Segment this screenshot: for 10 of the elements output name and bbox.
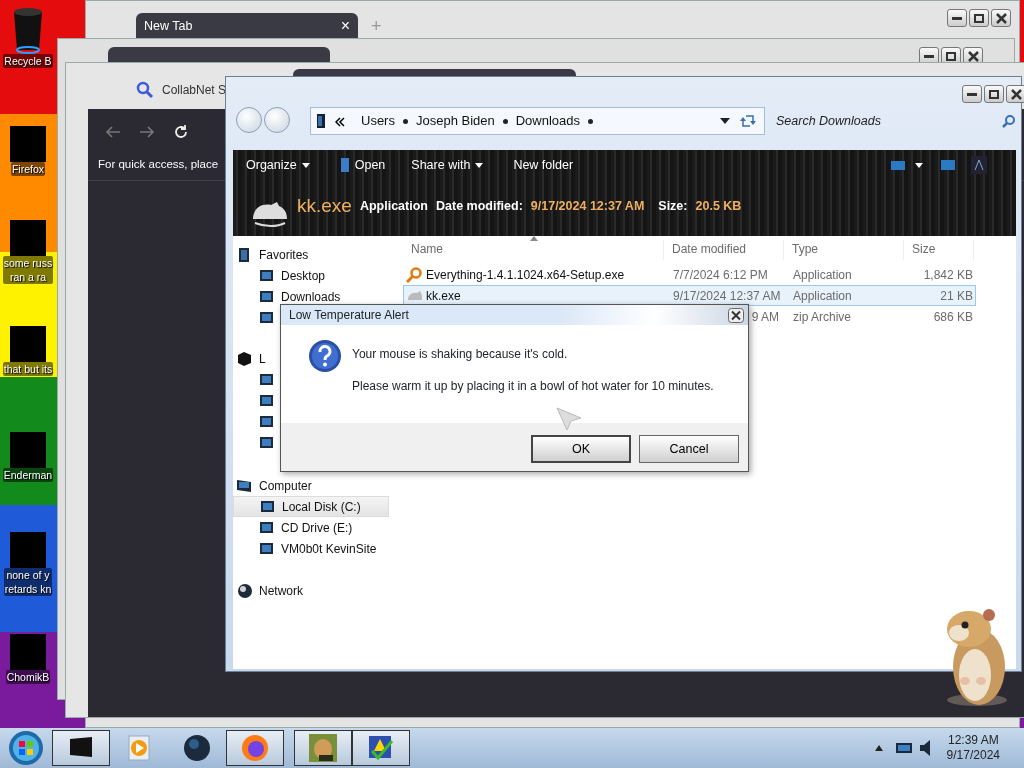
- field-label: Date modified:: [436, 197, 523, 215]
- message-text: Please warm it up by placing it in a bowl of hot water for 10 minutes.: [352, 378, 714, 395]
- field-value: 9/17/2024 12:37 AM: [530, 197, 645, 215]
- message-text: Your mouse is shaking because it's cold.: [352, 346, 569, 363]
- field-label: Size:: [658, 197, 688, 215]
- file-name: kk.exe: [297, 193, 352, 218]
- file-type: Application: [359, 197, 428, 215]
- bookmarks-hint: For quick access, place: [98, 157, 219, 172]
- dialog-title: Low Temperature Alert: [288, 307, 409, 324]
- field-value: 20.5 KB: [695, 197, 742, 215]
